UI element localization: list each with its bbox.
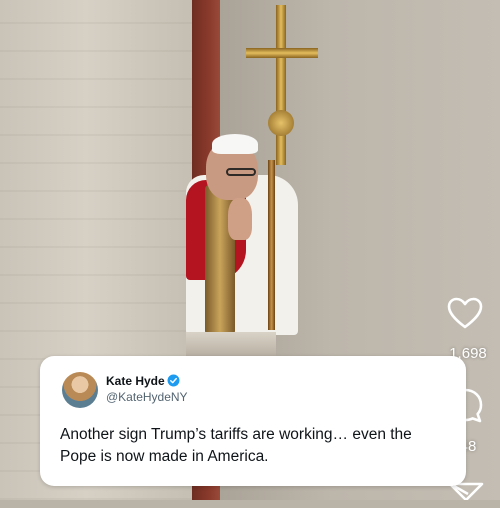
heart-icon — [447, 297, 483, 329]
crozier-cross-vertical — [276, 5, 286, 165]
author-handle[interactable]: @KateHydeNY — [106, 390, 188, 404]
figure-skullcap — [212, 134, 258, 154]
balcony-ledge — [186, 332, 276, 356]
tweet-card[interactable]: Kate Hyde @KateHydeNY Another sign Trump… — [40, 356, 466, 486]
tweet-text: Another sign Trump’s tariffs are working… — [60, 426, 412, 465]
crozier-cross-horizontal — [246, 48, 318, 58]
like-button[interactable] — [445, 294, 485, 334]
crozier-staff — [268, 160, 275, 330]
figure-glasses — [226, 168, 256, 176]
author-avatar[interactable] — [62, 372, 98, 408]
crozier-knob — [268, 110, 294, 136]
figure-praying-hands — [228, 198, 252, 240]
verified-badge-icon — [167, 374, 180, 387]
author-name[interactable]: Kate Hyde — [106, 374, 165, 388]
